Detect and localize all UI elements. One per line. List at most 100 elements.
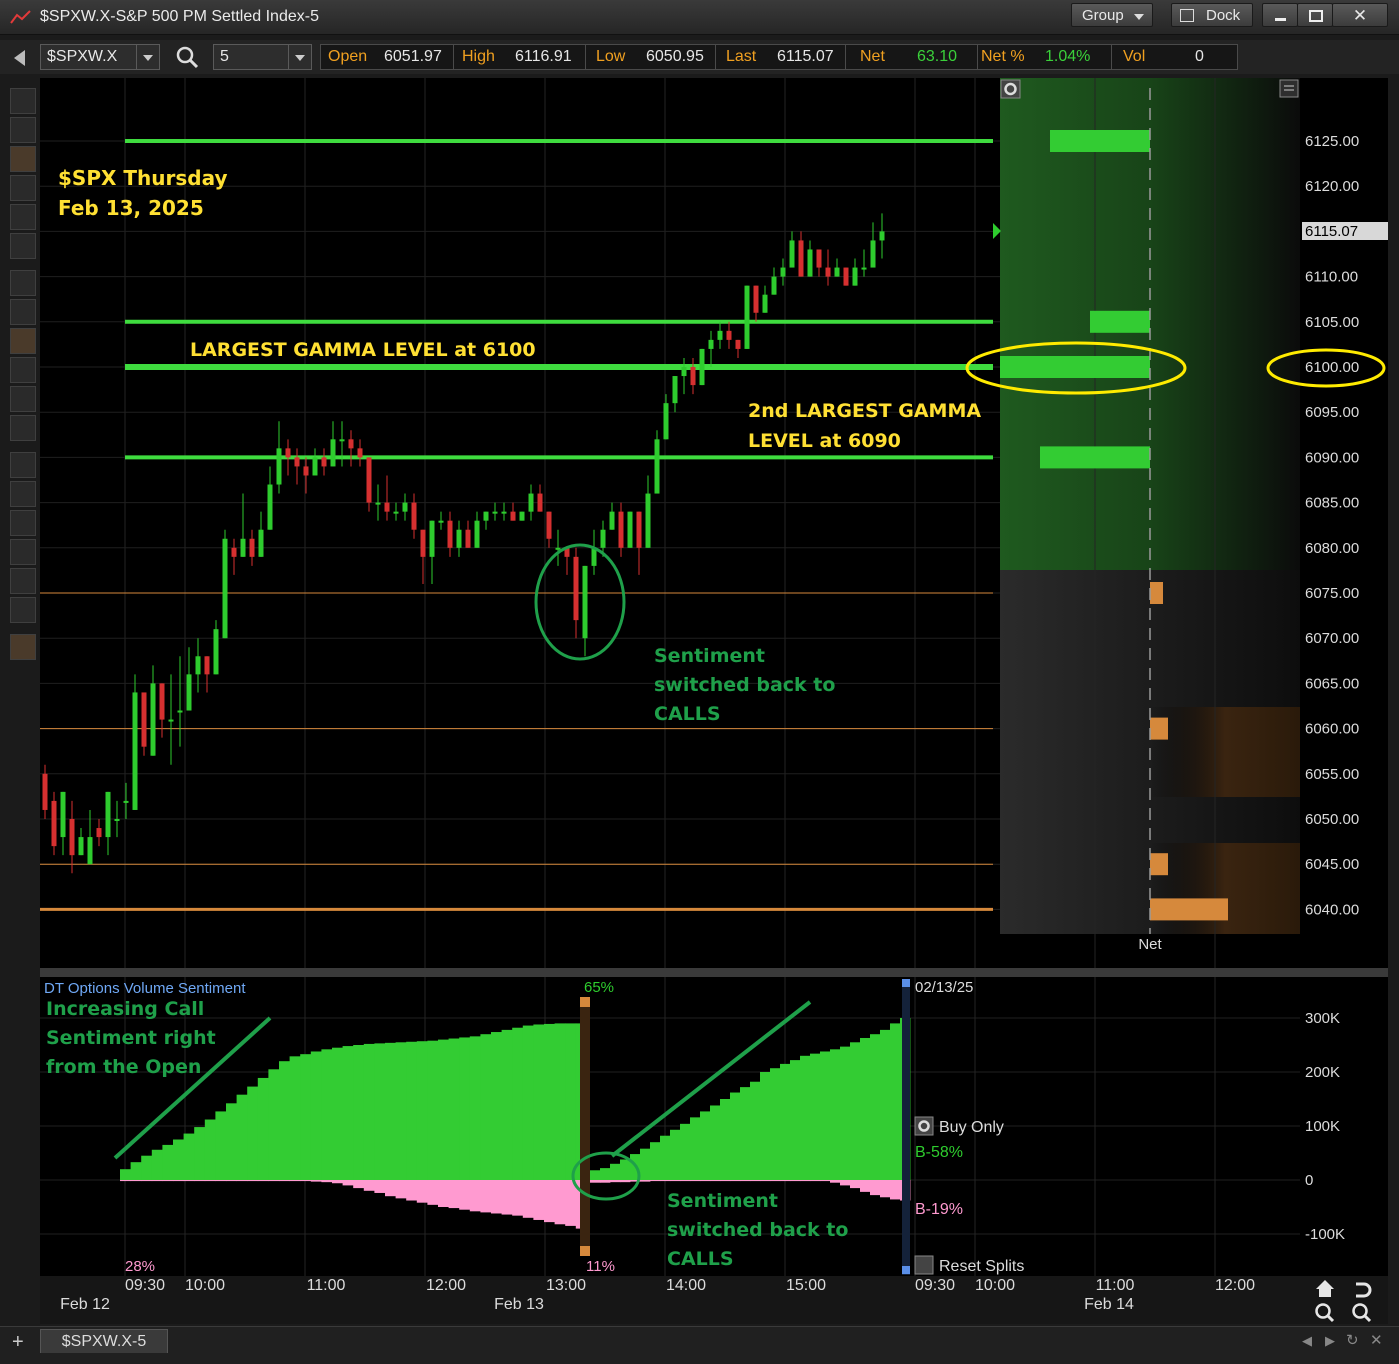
candle-body: [87, 837, 93, 865]
net-gamma-bar-call: [1090, 310, 1150, 333]
put-volume-bar: [300, 1180, 312, 1182]
call-volume-bar: [600, 1168, 611, 1180]
candle-body: [222, 538, 228, 639]
call-volume-bar: [730, 1092, 741, 1180]
call-volume-bar: [374, 1043, 386, 1180]
add-tab-icon[interactable]: +: [12, 1331, 24, 1354]
chart-tab[interactable]: $SPXW.X-5: [40, 1329, 168, 1353]
candle-body: [528, 493, 534, 512]
call-volume-bar: [332, 1047, 343, 1180]
net-gamma-bar-call: [1040, 446, 1150, 469]
gear-icon[interactable]: [914, 1116, 934, 1136]
candle-body: [69, 819, 75, 856]
candle-body: [663, 403, 669, 440]
call-volume-bar: [141, 1155, 153, 1180]
candle-body: [321, 457, 327, 467]
put-volume-bar: [120, 1180, 131, 1182]
call-volume-bar: [760, 1072, 771, 1180]
gear-icon[interactable]: [1000, 79, 1021, 99]
candle-body: [375, 502, 381, 505]
put-volume-bar: [353, 1180, 365, 1189]
candle-body: [159, 683, 165, 720]
net-gamma-bar-put: [1150, 582, 1163, 604]
candle-body: [582, 565, 588, 639]
put-volume-bar: [491, 1180, 502, 1214]
candle-body: [249, 538, 255, 557]
menu-icon[interactable]: [1279, 79, 1299, 98]
refresh-icon[interactable]: ↻: [1346, 1331, 1359, 1349]
sentiment-pane-divider: [40, 968, 1388, 977]
date-tick-label: Feb 12: [60, 1296, 110, 1313]
candle-body: [384, 502, 390, 512]
time-tick-label: 12:00: [426, 1277, 466, 1294]
call-volume-bar: [870, 1034, 881, 1180]
reset-splits-label[interactable]: Reset Splits: [939, 1258, 1024, 1275]
put-volume-bar: [395, 1180, 407, 1199]
put-volume-bar: [830, 1180, 841, 1183]
call-volume-bar: [469, 1036, 481, 1180]
candle-body: [51, 800, 57, 847]
time-tick-label: 11:00: [1096, 1277, 1135, 1294]
candle-body: [834, 267, 840, 277]
candle-body: [420, 529, 426, 557]
put-volume-bar: [268, 1180, 280, 1182]
net-gamma-bar-put: [1150, 717, 1168, 740]
call-volume-bar: [173, 1139, 184, 1180]
candle-body: [681, 367, 687, 377]
start-pct: 28%: [125, 1258, 155, 1275]
candle-body: [312, 457, 318, 476]
put-volume-bar: [760, 1180, 771, 1182]
tab-scroll-right-icon[interactable]: ▶: [1325, 1333, 1335, 1349]
call-volume-bar: [353, 1045, 365, 1180]
call-volume-bar: [620, 1159, 631, 1180]
switch-bottom-pct: 11%: [586, 1258, 615, 1275]
put-volume-bar: [162, 1180, 174, 1182]
put-volume-bar: [565, 1180, 577, 1226]
buy-only-label[interactable]: Buy Only: [939, 1119, 1004, 1136]
net-gamma-bar-put: [1150, 853, 1168, 876]
time-tick-label: 09:30: [915, 1277, 955, 1294]
tab-scroll-left-icon[interactable]: ◀: [1302, 1333, 1312, 1349]
call-volume-bar: [840, 1046, 851, 1180]
candle-body: [501, 511, 507, 514]
put-volume-bar: [226, 1180, 237, 1182]
candle-body: [492, 511, 498, 514]
candle-body: [195, 656, 201, 675]
candle-body: [636, 511, 642, 548]
call-volume-bar: [321, 1049, 333, 1180]
candle-body: [798, 240, 804, 277]
candle-body: [717, 330, 723, 340]
put-volume-bar: [890, 1180, 901, 1200]
candle-body: [42, 773, 48, 810]
candle-body: [258, 529, 264, 557]
candle-body: [870, 240, 876, 268]
call-volume-bar: [395, 1042, 407, 1180]
put-volume-bar: [770, 1180, 781, 1182]
call-volume-bar: [800, 1055, 811, 1180]
put-volume-bar: [790, 1180, 801, 1182]
buy-put-pct: B-19%: [915, 1201, 963, 1218]
put-volume-bar: [850, 1180, 861, 1189]
close-tab-icon[interactable]: ✕: [1370, 1331, 1383, 1349]
candle-body: [438, 520, 444, 523]
call-volume-bar: [480, 1034, 492, 1180]
put-volume-bar: [194, 1180, 206, 1182]
call-volume-bar: [427, 1040, 439, 1180]
candle-body: [609, 511, 615, 530]
price-tick-label: 6070.00: [1305, 630, 1359, 647]
candle-body: [366, 457, 372, 503]
price-tick-label: 6065.00: [1305, 675, 1359, 692]
put-volume-bar: [141, 1180, 153, 1182]
call-volume-bar: [438, 1039, 449, 1180]
put-volume-bar: [151, 1180, 163, 1182]
candle-body: [699, 348, 705, 386]
call-volume-bar: [151, 1149, 163, 1180]
candle-body: [627, 511, 633, 548]
sentiment-tick-label: 0: [1305, 1172, 1313, 1189]
call-volume-bar: [830, 1049, 841, 1180]
time-tick-label: 13:00: [546, 1277, 586, 1294]
candle-body: [591, 547, 597, 566]
candle-body: [150, 683, 156, 756]
reset-icon[interactable]: [914, 1255, 934, 1275]
call-volume-bar: [491, 1032, 502, 1180]
